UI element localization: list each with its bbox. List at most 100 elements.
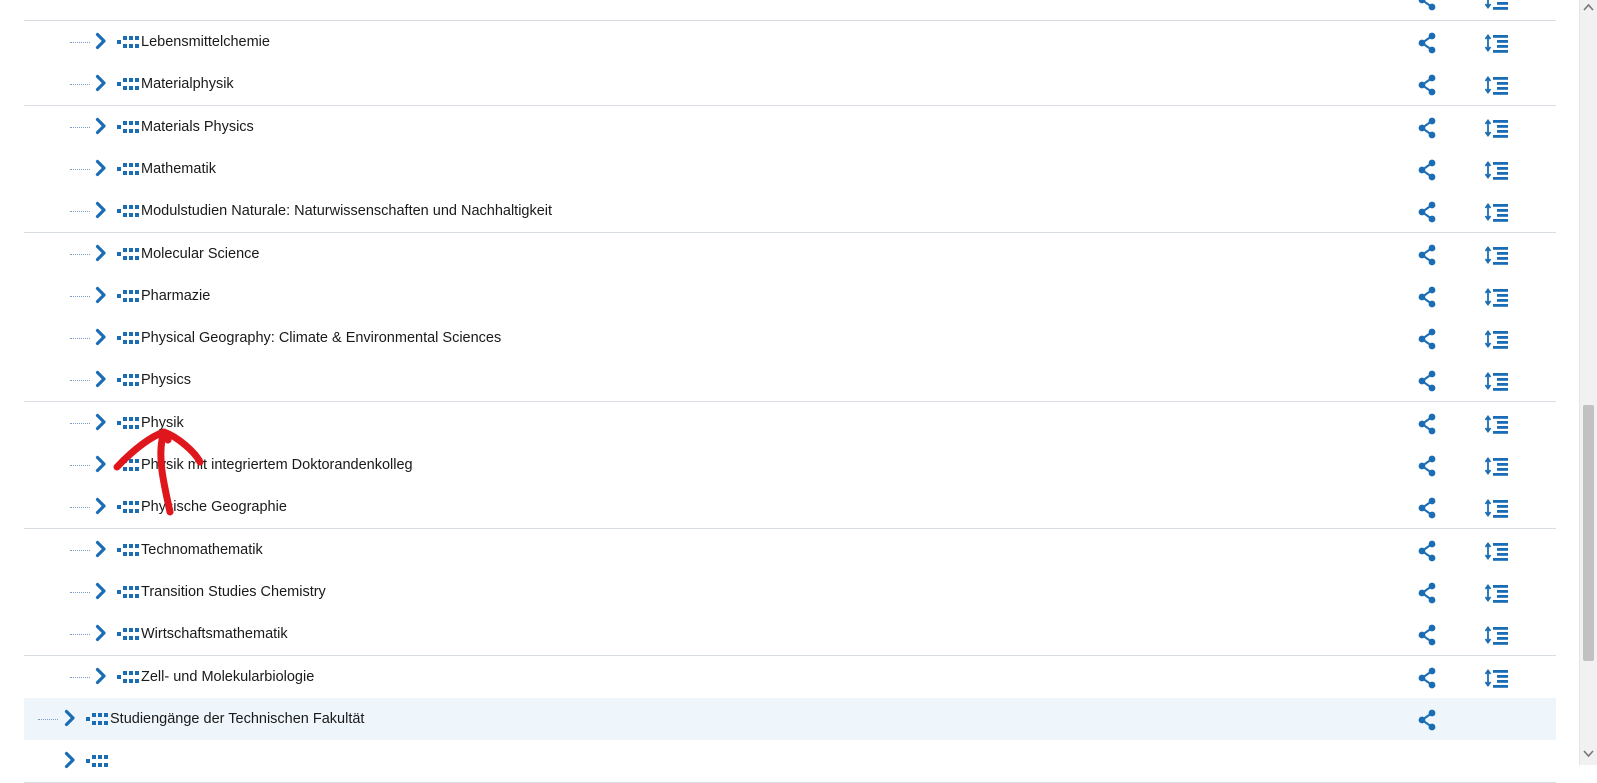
chevron-right-icon[interactable] [95,117,107,135]
share-icon[interactable] [1416,624,1438,646]
chevron-right-icon[interactable] [95,497,107,515]
tree-row[interactable]: Physics [24,359,1556,402]
share-icon[interactable] [1416,244,1438,266]
tree-item-label[interactable]: Mathematik [141,148,216,190]
tree-row[interactable]: Lebensmittelchemie [24,21,1556,64]
tree-row[interactable]: Physische Geographie [24,486,1556,529]
detail-list-icon[interactable] [1484,328,1509,350]
share-icon[interactable] [1416,32,1438,54]
chevron-right-icon[interactable] [95,667,107,685]
tree-row[interactable]: Physik mit integriertem Doktorandenkolle… [24,444,1556,487]
module-tree-icon [116,627,140,641]
tree-connector [70,507,90,508]
scroll-up-arrow-icon[interactable] [1583,3,1594,13]
chevron-right-icon[interactable] [64,709,76,727]
detail-list-icon[interactable] [1484,540,1509,562]
tree-item-label[interactable]: Physical Geography: Climate & Environmen… [141,317,501,359]
share-icon[interactable] [1416,667,1438,689]
tree-item-label[interactable]: Physik mit integriertem Doktorandenkolle… [141,444,413,486]
detail-list-icon[interactable] [1484,74,1509,96]
tree-item-label[interactable]: Materialphysik [141,63,234,105]
chevron-right-icon[interactable] [95,32,107,50]
tree-item-label[interactable]: Technomathematik [141,529,263,571]
detail-list-icon[interactable] [1484,286,1509,308]
tree-item-label[interactable]: Lebensmittelchemie [141,21,270,63]
scrollbar-thumb[interactable] [1583,405,1594,661]
share-icon[interactable] [1416,159,1438,181]
share-icon[interactable] [1416,540,1438,562]
detail-list-icon[interactable] [1484,244,1509,266]
tree-item-label[interactable]: Physics [141,359,191,401]
chevron-right-icon[interactable] [95,624,107,642]
tree-item-label[interactable]: Physische Geographie [141,486,287,528]
share-icon[interactable] [1416,328,1438,350]
tree-item-label[interactable]: Zell- und Molekularbiologie [141,656,314,698]
tree-row[interactable]: Technomathematik [24,529,1556,572]
detail-list-icon[interactable] [1484,159,1509,181]
module-tree-icon [116,204,140,218]
tree-row-parent[interactable]: Studiengänge der Technischen Fakultät [24,698,1556,741]
tree-row[interactable]: Materials Physics [24,106,1556,149]
share-icon[interactable] [1416,497,1438,519]
chevron-right-icon[interactable] [95,74,107,92]
detail-list-icon[interactable] [1484,0,1509,11]
tree-item-label[interactable]: Materials Physics [141,106,254,148]
tree-connector [70,296,90,297]
detail-list-icon[interactable] [1484,201,1509,223]
chevron-right-icon[interactable] [95,286,107,304]
detail-list-icon[interactable] [1484,582,1509,604]
share-icon[interactable] [1416,286,1438,308]
chevron-right-icon[interactable] [95,582,107,600]
share-icon[interactable] [1416,117,1438,139]
module-tree-icon [116,77,140,91]
tree-row[interactable]: Pharmazie [24,275,1556,318]
tree-connector [70,465,90,466]
detail-list-icon[interactable] [1484,624,1509,646]
tree-row[interactable]: Modulstudien Naturale: Naturwissenschaft… [24,190,1556,233]
share-icon[interactable] [1416,455,1438,477]
tree-row[interactable]: Molecular Science [24,233,1556,276]
tree-row[interactable]: Mathematik [24,148,1556,191]
tree-item-label[interactable]: Physik [141,402,184,444]
tree-item-label[interactable]: Molecular Science [141,233,259,275]
tree-connector [70,169,90,170]
scroll-down-arrow-icon[interactable] [1583,748,1594,758]
tree-row[interactable]: Physical Geography: Climate & Environmen… [24,317,1556,360]
share-icon[interactable] [1416,709,1438,731]
detail-list-icon[interactable] [1484,370,1509,392]
tree-row-clipped [24,740,1556,783]
vertical-scrollbar[interactable] [1579,0,1597,765]
share-icon[interactable] [1416,582,1438,604]
share-icon[interactable] [1416,74,1438,96]
chevron-right-icon[interactable] [64,751,76,769]
tree-row[interactable]: Materialphysik [24,63,1556,106]
chevron-right-icon[interactable] [95,413,107,431]
tree-row[interactable]: Wirtschaftsmathematik [24,613,1556,656]
tree-item-label[interactable]: Studiengänge der Technischen Fakultät [110,698,364,740]
share-icon[interactable] [1416,0,1438,11]
chevron-right-icon[interactable] [95,244,107,262]
share-icon[interactable] [1416,413,1438,435]
chevron-right-icon[interactable] [95,201,107,219]
detail-list-icon[interactable] [1484,413,1509,435]
tree-item-label[interactable]: Modulstudien Naturale: Naturwissenschaft… [141,190,552,232]
share-icon[interactable] [1416,370,1438,392]
chevron-right-icon[interactable] [95,328,107,346]
detail-list-icon[interactable] [1484,117,1509,139]
tree-item-label[interactable]: Transition Studies Chemistry [141,571,326,613]
chevron-right-icon[interactable] [95,540,107,558]
tree-row[interactable]: Transition Studies Chemistry [24,571,1556,614]
share-icon[interactable] [1416,201,1438,223]
tree-row[interactable]: Zell- und Molekularbiologie [24,656,1556,699]
chevron-right-icon[interactable] [95,159,107,177]
detail-list-icon[interactable] [1484,455,1509,477]
tree-item-label[interactable]: Pharmazie [141,275,210,317]
chevron-right-icon[interactable] [95,370,107,388]
detail-list-icon[interactable] [1484,667,1509,689]
tree-item-label[interactable]: Wirtschaftsmathematik [141,613,288,655]
detail-list-icon[interactable] [1484,32,1509,54]
chevron-right-icon[interactable] [95,455,107,473]
tree-connector [70,338,90,339]
detail-list-icon[interactable] [1484,497,1509,519]
tree-row[interactable]: Physik [24,402,1556,445]
